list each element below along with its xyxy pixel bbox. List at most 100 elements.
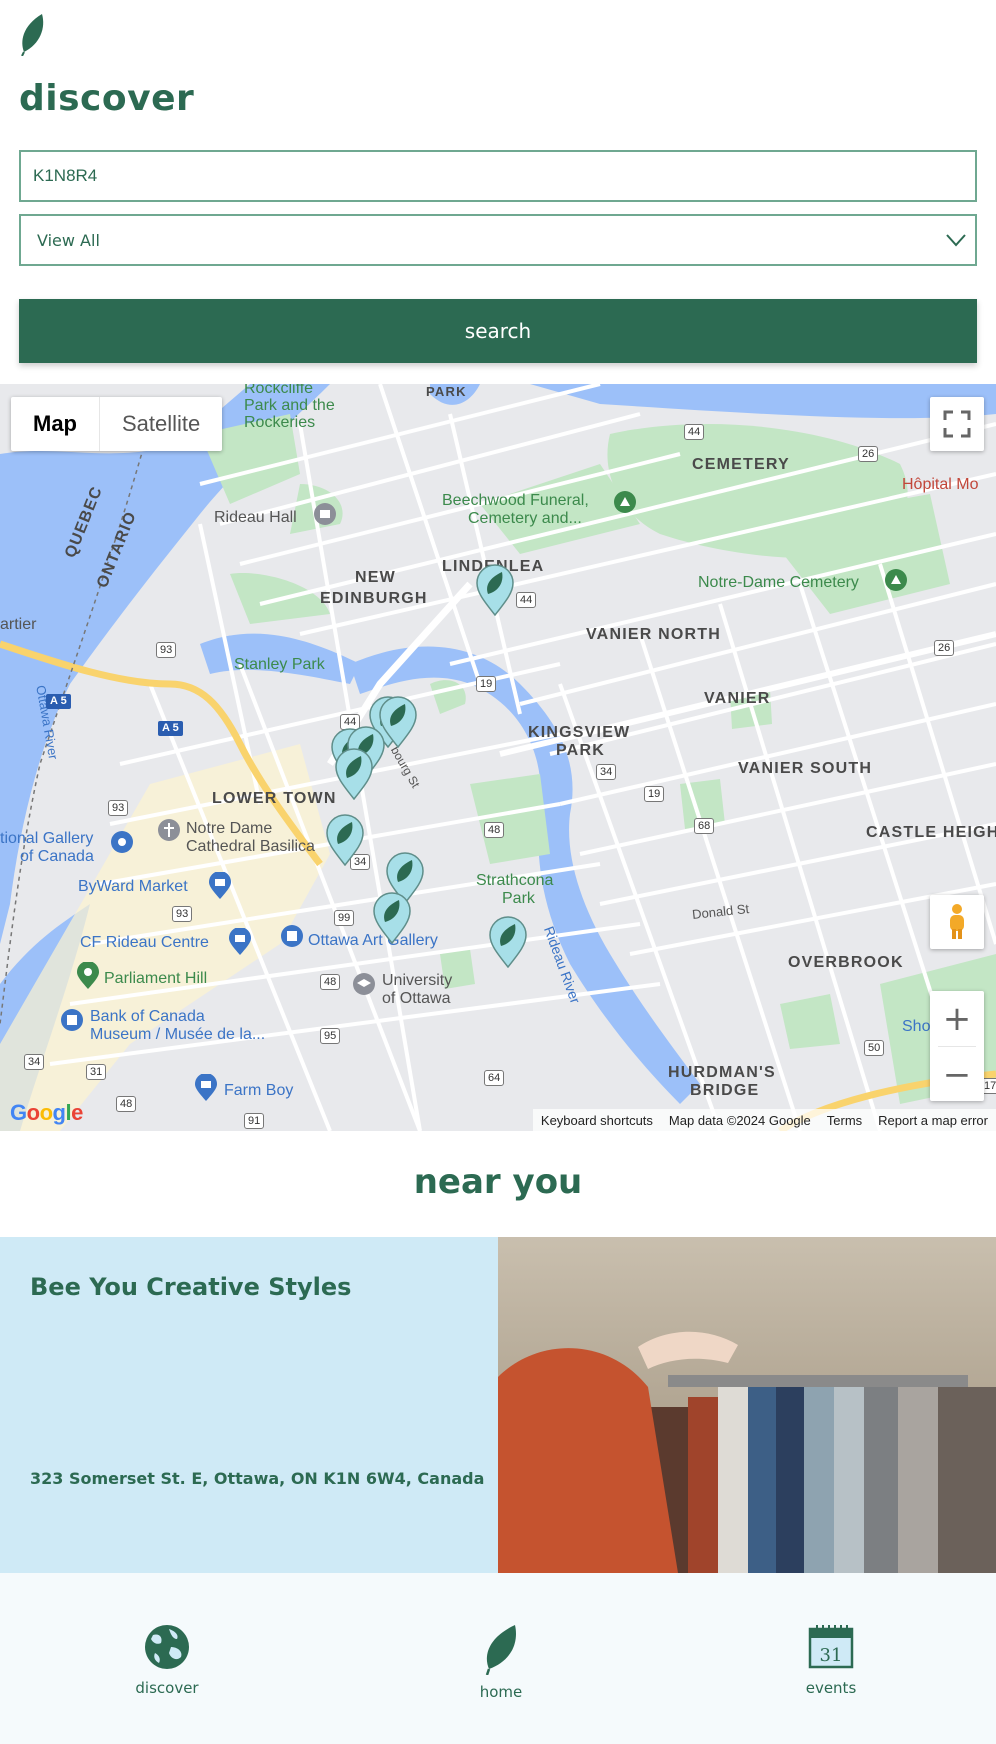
category-select[interactable]: View All <box>19 214 977 266</box>
route-shield: 50 <box>864 1040 885 1056</box>
highway-shield: A 5 <box>46 694 71 709</box>
business-photo <box>498 1237 996 1573</box>
map-label-hurdmans-2: BRIDGE <box>690 1082 760 1099</box>
fullscreen-button[interactable] <box>930 397 984 451</box>
poi-strathcona-1: Strathcona <box>476 872 554 889</box>
calendar-day: 31 <box>820 1645 843 1666</box>
pegman-icon <box>950 904 964 939</box>
bottom-nav: discover home 31 events <box>0 1573 996 1744</box>
poi-rideau-hall: Rideau Hall <box>214 509 297 526</box>
map-label-kingsview-1: KINGSVIEW <box>528 724 631 741</box>
route-shield: 19 <box>476 676 497 692</box>
zoom-out-button[interactable]: − <box>930 1047 984 1102</box>
map-label-park: PARK <box>426 384 467 399</box>
poi-farm-boy: Farm Boy <box>224 1082 294 1099</box>
business-name[interactable]: Bee You Creative Styles <box>30 1273 351 1301</box>
nav-item-home[interactable]: home <box>426 1623 576 1701</box>
route-shield: 99 <box>334 910 355 926</box>
terms-link[interactable]: Terms <box>819 1113 870 1128</box>
map-label-new-edinburgh-2: EDINBURGH <box>320 590 428 607</box>
route-shield: 44 <box>516 592 537 608</box>
nav-item-discover[interactable]: discover <box>92 1623 242 1697</box>
nav-label-home: home <box>479 1683 523 1701</box>
museum-icon <box>281 925 303 947</box>
shopping-icon <box>195 1074 217 1101</box>
google-logo: Google <box>10 1100 83 1125</box>
poi-strathcona-2: Park <box>502 890 535 907</box>
route-shield: 95 <box>320 1028 341 1044</box>
route-shield: 93 <box>172 906 193 922</box>
route-shield: 34 <box>596 764 617 780</box>
clothing-rack-image <box>498 1237 996 1573</box>
poi-bank-2: Museum / Musée de la... <box>90 1026 266 1043</box>
poi-parliament-hill: Parliament Hill <box>104 970 208 987</box>
map-marker-leaf-icon[interactable] <box>334 748 374 800</box>
poi-hopital: Hôpital Mo <box>902 476 979 493</box>
poi-uottawa-2: of Ottawa <box>382 990 451 1007</box>
page-title: discover <box>19 78 195 119</box>
map-marker-leaf-icon[interactable] <box>475 564 515 616</box>
map-label-vanier-north: VANIER NORTH <box>586 626 721 643</box>
map-label-overbrook: OVERBROOK <box>788 954 904 971</box>
calendar-icon: 31 <box>808 1625 854 1669</box>
map-label-vanier-south: VANIER SOUTH <box>738 760 873 777</box>
museum-icon <box>111 831 133 853</box>
poi-stanley-park: Stanley Park <box>234 656 325 673</box>
poi-rockcliffe-3: Rockeries <box>244 414 316 431</box>
poi-byward-market: ByWard Market <box>78 878 188 895</box>
leaf-icon <box>485 1625 516 1675</box>
business-address: 323 Somerset St. E, Ottawa, ON K1N 6W4, … <box>30 1469 485 1488</box>
route-shield: 93 <box>108 800 129 816</box>
route-shield: 48 <box>116 1096 137 1112</box>
fullscreen-icon <box>943 410 971 438</box>
park-icon <box>77 962 99 989</box>
map-marker-leaf-icon[interactable] <box>488 916 528 968</box>
route-shield: 34 <box>24 1054 45 1070</box>
map[interactable]: PARK CEMETERY NEW EDINBURGH LINDENLEA VA… <box>0 384 996 1131</box>
street-view-button[interactable] <box>930 895 984 949</box>
poi-beechwood-1: Beechwood Funeral, <box>442 492 589 509</box>
poi-beechwood-2: Cemetery and... <box>468 510 582 527</box>
poi-sho: Sho <box>902 1018 931 1035</box>
map-label-vanier: VANIER <box>704 690 771 707</box>
poi-cf-rideau: CF Rideau Centre <box>80 934 209 951</box>
leaf-logo-icon <box>21 14 44 56</box>
church-icon <box>158 819 180 841</box>
report-map-error-link[interactable]: Report a map error <box>870 1113 996 1128</box>
poi-basilica-2: Cathedral Basilica <box>186 838 315 855</box>
business-card[interactable]: Bee You Creative Styles 323 Somerset St.… <box>0 1237 996 1573</box>
postal-code-input[interactable] <box>21 152 975 200</box>
nav-label-events: events <box>805 1679 857 1697</box>
category-select-value: View All <box>37 230 100 250</box>
map-data-text: Map data ©2024 Google <box>668 1112 811 1128</box>
highway-shield: A 5 <box>158 721 183 736</box>
route-shield: 68 <box>694 818 715 834</box>
map-label-cemetery: CEMETERY <box>692 456 790 473</box>
route-shield: 26 <box>934 640 955 656</box>
map-type-satellite-button[interactable]: Satellite <box>100 397 222 451</box>
nav-item-events[interactable]: 31 events <box>756 1623 906 1697</box>
map-label-lower-town: LOWER TOWN <box>212 790 337 807</box>
route-shield: 48 <box>320 974 341 990</box>
route-shield: 44 <box>684 424 705 440</box>
postal-code-field[interactable] <box>19 150 977 202</box>
map-type-control: Map Satellite <box>11 397 223 451</box>
school-icon <box>353 973 375 995</box>
zoom-in-button[interactable]: + <box>930 991 984 1046</box>
search-button[interactable]: search <box>19 299 977 363</box>
map-label-castle-heights: CASTLE HEIGH <box>866 824 996 841</box>
poi-cartier: artier <box>0 616 37 633</box>
near-you-title: near you <box>413 1162 583 1202</box>
map-marker-leaf-icon[interactable] <box>372 892 412 944</box>
nav-label-discover: discover <box>135 1679 199 1697</box>
map-marker-leaf-icon[interactable] <box>325 814 365 866</box>
globe-icon <box>145 1625 189 1669</box>
keyboard-shortcuts-link[interactable]: Keyboard shortcuts <box>533 1113 661 1128</box>
map-type-map-button[interactable]: Map <box>11 397 100 451</box>
poi-bank-1: Bank of Canada <box>90 1008 205 1025</box>
route-shield: 31 <box>86 1064 107 1080</box>
poi-uottawa-1: University <box>382 972 453 989</box>
map-attribution: Keyboard shortcuts Map data ©2024 Google… <box>532 1109 996 1131</box>
poi-rockcliffe-2: Park and the <box>244 397 335 414</box>
map-label-hurdmans-1: HURDMAN'S <box>668 1064 776 1081</box>
